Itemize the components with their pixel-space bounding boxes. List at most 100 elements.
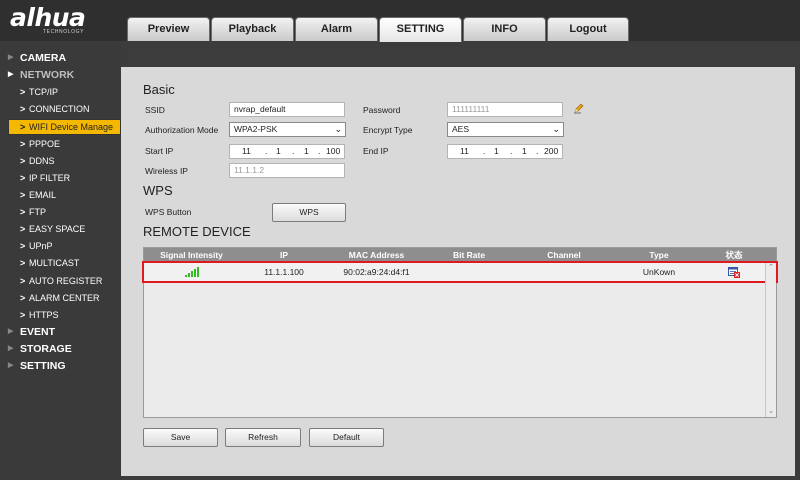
sidebar-item-label: EVENT — [20, 326, 56, 338]
authorization-mode-label: Authorization Mode — [145, 125, 219, 135]
pencil-icon[interactable] — [573, 102, 585, 114]
sidebar-item-multicast[interactable]: > MULTICAST — [0, 255, 121, 271]
sidebar-item-setting[interactable]: ▶ SETTING — [0, 358, 121, 374]
password-input[interactable]: 111111111 — [447, 102, 563, 117]
table-scrollbar[interactable]: ⌃ ⌄ — [765, 263, 776, 417]
end-ip-input[interactable]: 11 . 1 . 1 . 200 — [447, 144, 563, 159]
sidebar-item-label: NETWORK — [20, 69, 75, 81]
sidebar-item-alarm-center[interactable]: > ALARM CENTER — [0, 290, 121, 306]
sidebar-item-ftp[interactable]: > FTP — [0, 204, 121, 220]
wireless-ip-input[interactable]: 11.1.1.2 — [229, 163, 345, 178]
sidebar-item-label: AUTO REGISTER — [29, 276, 103, 286]
sidebar-item-label: UPnP — [29, 241, 53, 251]
sidebar-item-connection[interactable]: > CONNECTION — [0, 101, 121, 117]
save-button[interactable]: Save — [143, 428, 218, 447]
tab-logout[interactable]: Logout — [547, 17, 629, 41]
chevron-right-icon: > — [20, 310, 26, 320]
ip-octet: 1 — [276, 146, 281, 156]
sidebar-item-label: PPPOE — [29, 139, 61, 149]
chevron-right-icon: > — [20, 122, 26, 132]
chevron-right-icon: > — [20, 224, 26, 234]
table-row[interactable]: 11.1.1.100 90:02:a9:24:d4:f1 UnKown — [142, 261, 778, 283]
sidebar-item-upnp[interactable]: > UPnP — [0, 238, 121, 254]
logo: alhua TECHNOLOGY — [10, 2, 120, 36]
ip-dot: . — [510, 146, 513, 156]
ip-octet: 1 — [494, 146, 499, 156]
sidebar-item-email[interactable]: > EMAIL — [0, 187, 121, 203]
sidebar-item-label: IP FILTER — [29, 173, 71, 183]
wps-button[interactable]: WPS — [272, 203, 346, 222]
ip-dot: . — [265, 146, 268, 156]
settings-panel: Basic SSID nvrap_default Password 111111… — [121, 67, 795, 476]
sidebar-item-tcpip[interactable]: > TCP/IP — [0, 84, 121, 100]
default-button[interactable]: Default — [309, 428, 384, 447]
scroll-up-icon[interactable]: ⌃ — [766, 263, 776, 271]
remote-device-title: REMOTE DEVICE — [143, 224, 251, 239]
sidebar-item-label: MULTICAST — [29, 258, 80, 268]
chevron-down-icon: ⌄ — [552, 124, 560, 134]
tab-setting[interactable]: SETTING — [379, 17, 462, 42]
column-type: Type — [649, 250, 669, 260]
wps-button-label: WPS Button — [145, 207, 192, 217]
sidebar-item-https[interactable]: > HTTPS — [0, 307, 121, 323]
scroll-down-icon[interactable]: ⌄ — [766, 407, 776, 415]
sidebar-item-label: DDNS — [29, 156, 55, 166]
start-ip-label: Start IP — [145, 146, 174, 156]
ip-octet: 200 — [544, 146, 559, 156]
sidebar-item-event[interactable]: ▶ EVENT — [0, 324, 121, 340]
ssid-input[interactable]: nvrap_default — [229, 102, 345, 117]
sidebar-item-auto-register[interactable]: > AUTO REGISTER — [0, 273, 121, 289]
sidebar-item-wifi-device-manage[interactable]: > WIFI Device Manage — [8, 119, 121, 135]
sidebar-item-storage[interactable]: ▶ STORAGE — [0, 341, 121, 357]
ip-dot: . — [483, 146, 486, 156]
tab-preview[interactable]: Preview — [127, 17, 210, 41]
expanded-triangle-icon: ▶ — [8, 71, 14, 78]
chevron-right-icon: > — [20, 207, 26, 217]
column-mac-address: MAC Address — [348, 250, 405, 260]
sidebar-item-pppoe[interactable]: > PPPOE — [0, 136, 121, 152]
chevron-right-icon: > — [20, 276, 26, 286]
ip-dot: . — [292, 146, 295, 156]
device-status-icon[interactable] — [704, 263, 764, 281]
remote-device-table: Signal Intensity IP MAC Address Bit Rate… — [142, 247, 778, 418]
row-mac-address: 90:02:a9:24:d4:f1 — [343, 267, 410, 277]
tab-alarm[interactable]: Alarm — [295, 17, 378, 41]
authorization-mode-select[interactable]: WPA2-PSK ⌄ — [229, 122, 346, 137]
column-channel: Channel — [547, 250, 581, 260]
logo-text: alhua — [10, 3, 86, 32]
ip-octet: 100 — [326, 146, 341, 156]
encrypt-type-value: AES — [452, 124, 470, 134]
sidebar-item-camera[interactable]: ▶ CAMERA — [0, 50, 121, 66]
tab-info[interactable]: INFO — [463, 17, 546, 41]
table-header: Signal Intensity IP MAC Address Bit Rate… — [144, 248, 776, 263]
ip-octet: 1 — [304, 146, 309, 156]
sidebar-item-label: ALARM CENTER — [29, 293, 100, 303]
chevron-right-icon: > — [20, 258, 26, 268]
sidebar-item-label: EASY SPACE — [29, 224, 86, 234]
sidebar-item-easy-space[interactable]: > EASY SPACE — [0, 221, 121, 237]
ssid-label: SSID — [145, 105, 165, 115]
ip-octet: 11 — [460, 146, 469, 156]
sidebar-item-network[interactable]: ▶ NETWORK — [0, 67, 121, 83]
row-channel — [514, 263, 614, 281]
start-ip-input[interactable]: 11 . 1 . 1 . 100 — [229, 144, 345, 159]
sidebar-item-label: EMAIL — [29, 190, 57, 200]
sidebar-item-ip-filter[interactable]: > IP FILTER — [0, 170, 121, 186]
ip-octet: 1 — [522, 146, 527, 156]
column-bit-rate: Bit Rate — [452, 250, 486, 260]
sidebar-item-label: SETTING — [20, 360, 66, 372]
chevron-right-icon: > — [20, 190, 26, 200]
tab-playback[interactable]: Playback — [211, 17, 294, 41]
collapsed-triangle-icon: ▶ — [8, 345, 14, 352]
collapsed-triangle-icon: ▶ — [8, 328, 14, 335]
chevron-right-icon: > — [20, 156, 26, 166]
encrypt-type-select[interactable]: AES ⌄ — [447, 122, 564, 137]
refresh-button[interactable]: Refresh — [225, 428, 301, 447]
chevron-right-icon: > — [20, 293, 26, 303]
sidebar-item-ddns[interactable]: > DDNS — [0, 153, 121, 169]
sidebar-item-label: HTTPS — [29, 310, 59, 320]
chevron-right-icon: > — [20, 173, 26, 183]
wps-section-title: WPS — [143, 183, 173, 198]
ip-dot: . — [318, 146, 321, 156]
password-label: Password — [363, 105, 401, 115]
